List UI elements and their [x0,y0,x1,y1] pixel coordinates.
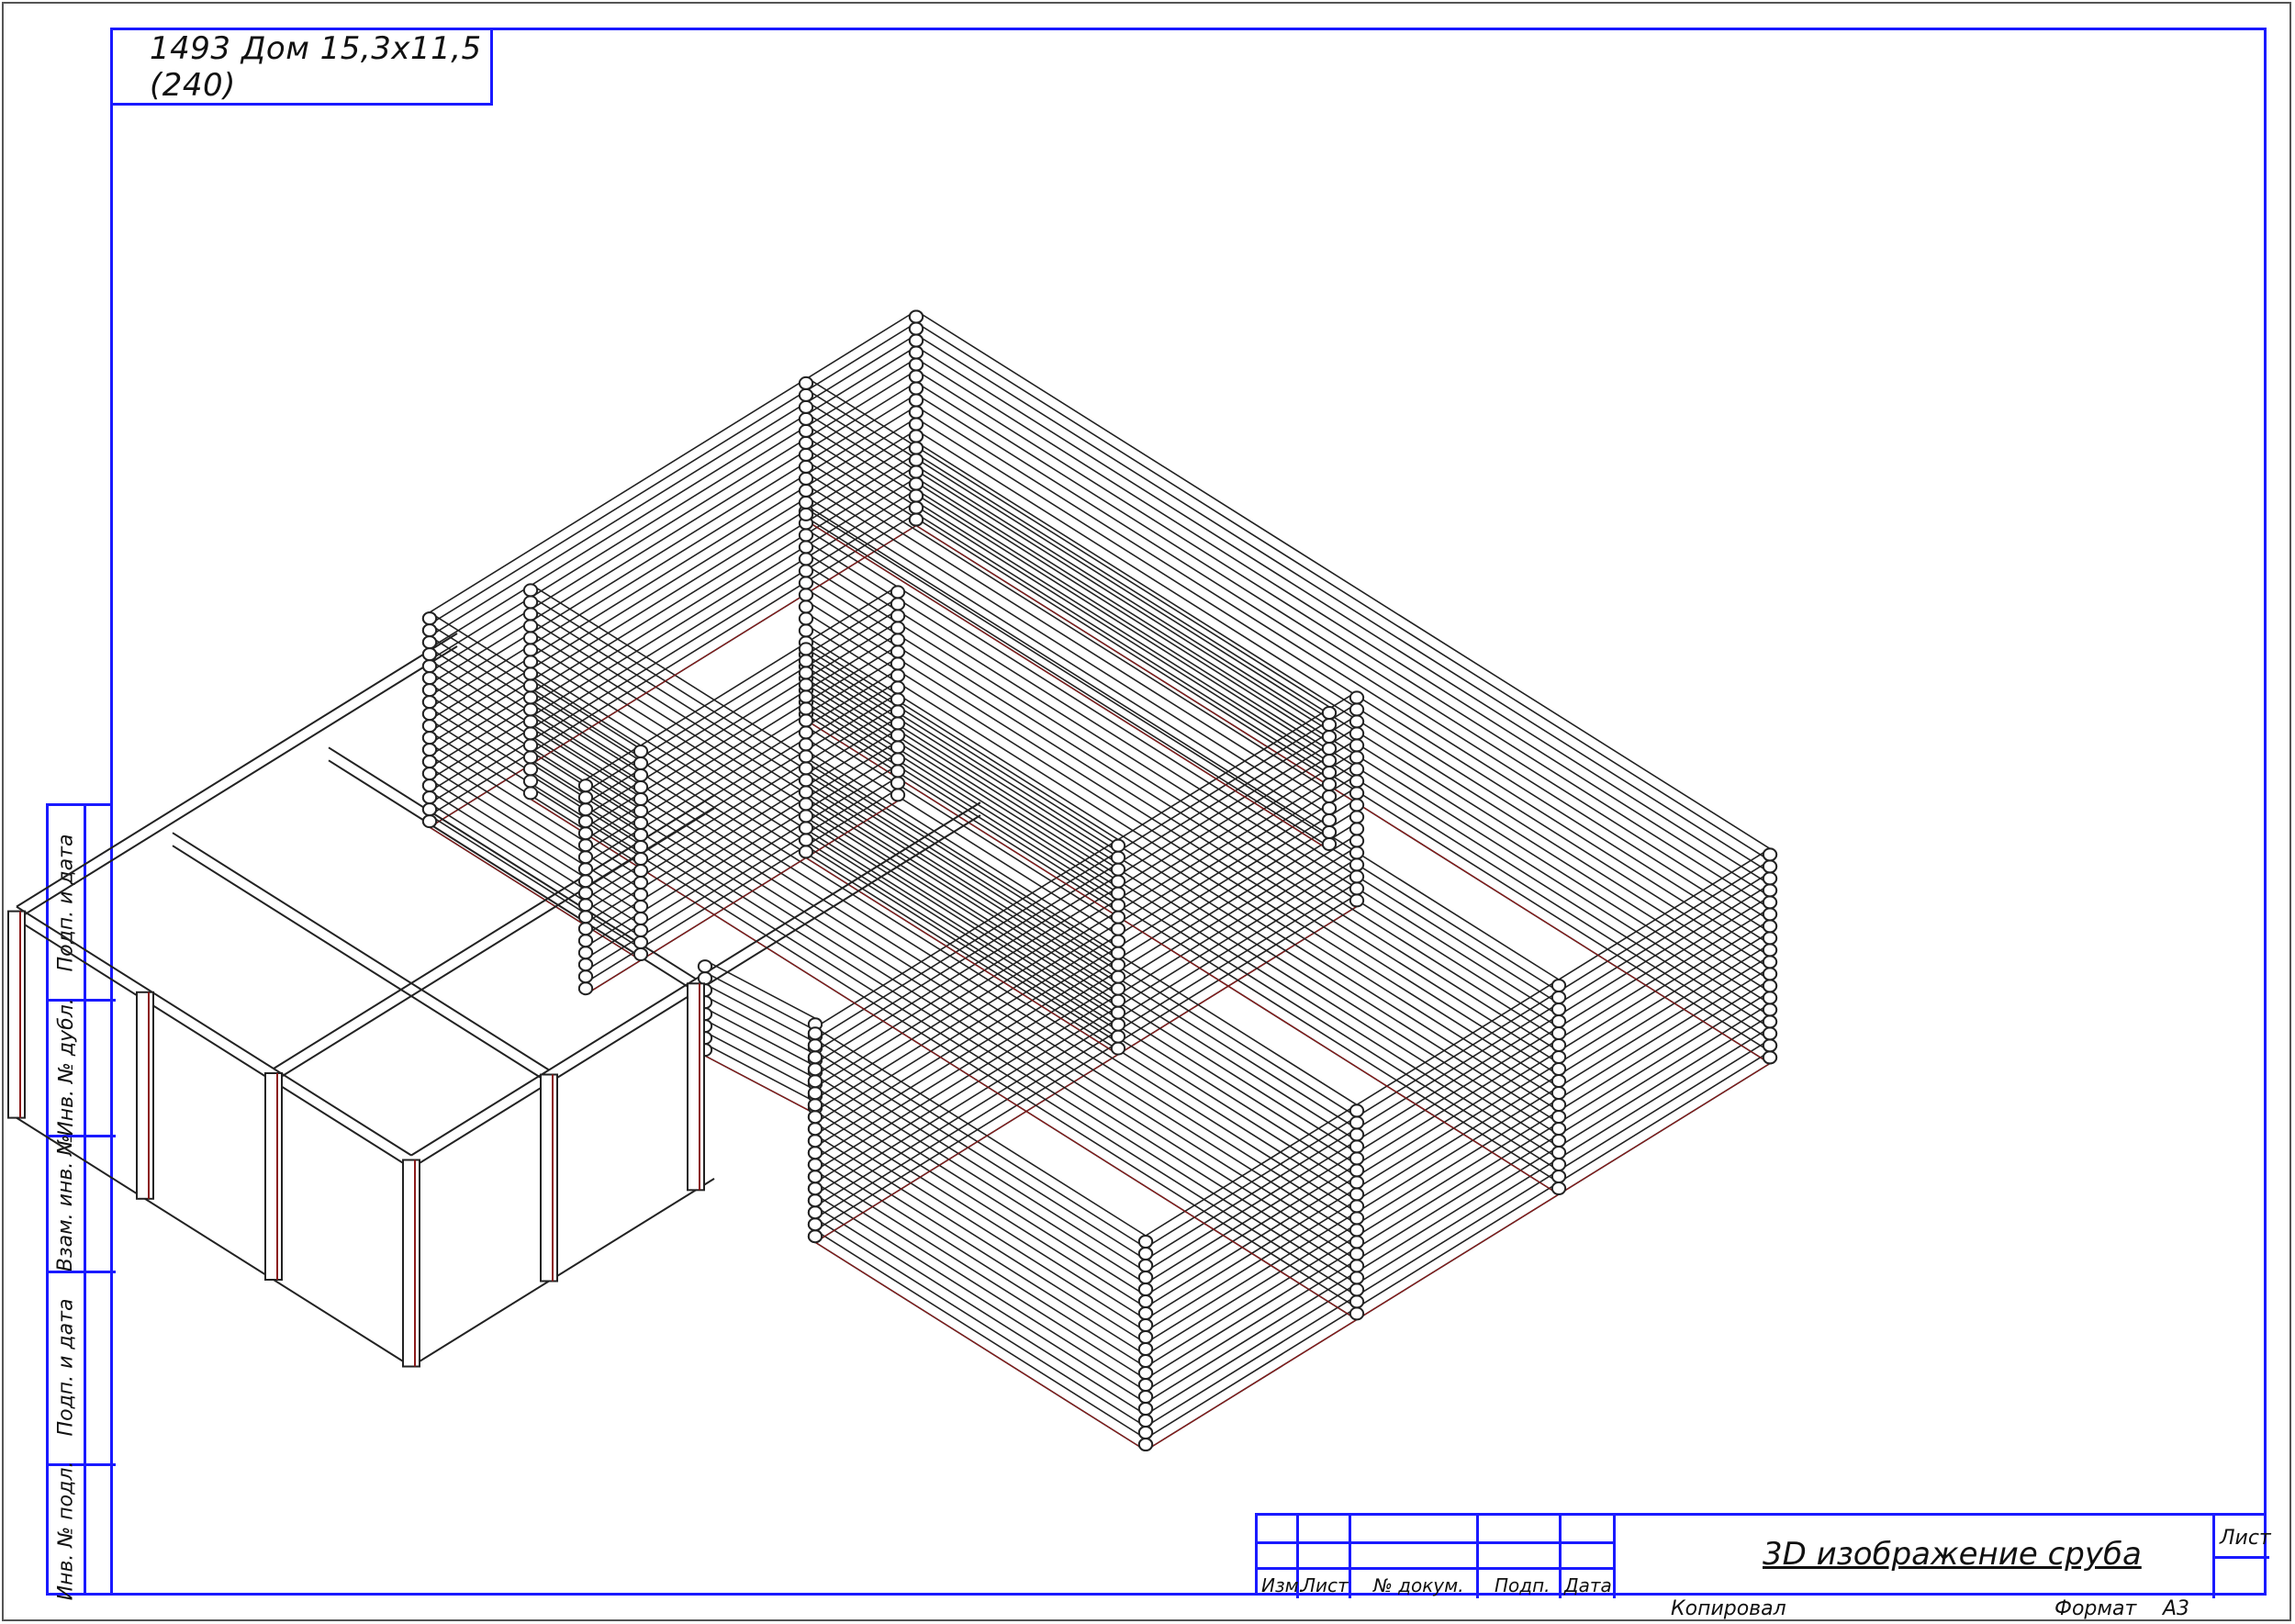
drawing-sheet: 1493 Дом 15,3х11,5 (240) Подп. и дата Ин… [0,0,2295,1624]
log-house-isometric-drawing [7,309,1778,1451]
